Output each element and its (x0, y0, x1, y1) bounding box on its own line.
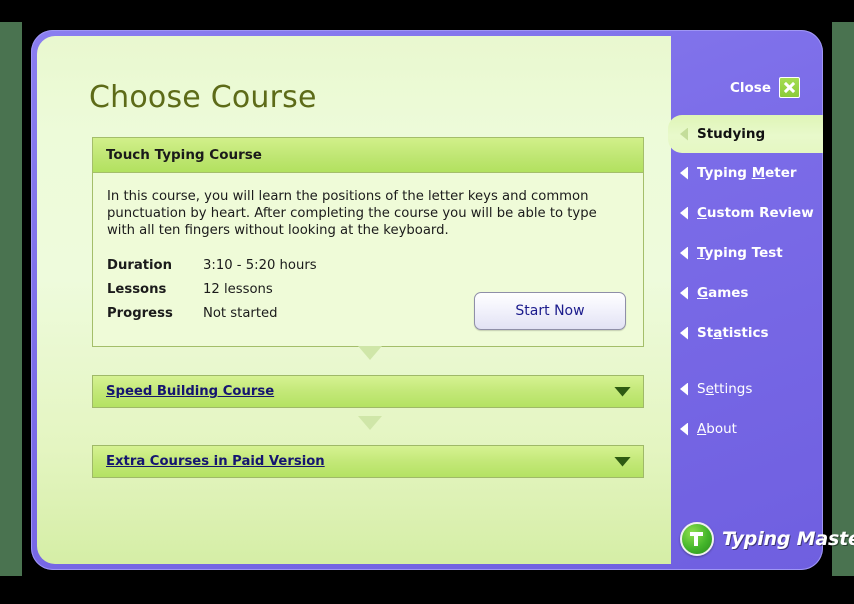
application-window: Choose Course Touch Typing Course In thi… (31, 30, 854, 570)
brand-name: Typing Master (722, 528, 854, 550)
course-meta-table: Duration 3:10 - 5:20 hours Lessons 12 le… (107, 258, 317, 330)
typing-master-logo-icon (680, 522, 714, 556)
arrow-left-icon (680, 127, 688, 141)
sidebar-item-label: Studying (697, 126, 766, 142)
sidebar-item-about[interactable]: About (668, 409, 823, 449)
sidebar-item-label: Typing Meter (697, 165, 797, 181)
sidebar-nav: Studying Typing Meter Custom Review Typi… (668, 115, 823, 449)
course-card-touch-typing: Touch Typing Course In this course, you … (92, 137, 644, 348)
sidebar-item-label: Custom Review (697, 205, 814, 221)
course-card-header: Touch Typing Course (93, 138, 643, 173)
sidebar-item-custom-review[interactable]: Custom Review (668, 193, 823, 233)
sidebar-item-statistics[interactable]: Statistics (668, 313, 823, 353)
meta-label-progress: Progress (107, 306, 173, 322)
sidebar-item-label: Typing Test (697, 245, 783, 261)
arrow-left-icon (680, 382, 688, 396)
close-label: Close (729, 79, 771, 96)
sidebar-group-divider (668, 353, 823, 369)
close-x-icon[interactable] (779, 77, 800, 98)
frame-black-top (0, 0, 854, 22)
brand-logo: Typing Master (680, 522, 854, 556)
meta-value-lessons: 12 lessons (203, 282, 273, 298)
sidebar-item-studying[interactable]: Studying (668, 115, 823, 153)
course-description: In this course, you will learn the posit… (107, 189, 597, 238)
arrow-left-icon (680, 206, 688, 220)
separator-down-arrow-icon (358, 346, 382, 360)
sidebar-item-label: Games (697, 285, 749, 301)
sidebar-item-label: About (697, 421, 737, 437)
collapsed-course-extra-paid[interactable]: Extra Courses in Paid Version (92, 445, 644, 478)
separator-down-arrow-icon (358, 416, 382, 430)
sidebar-item-label: Settings (697, 381, 753, 397)
content-panel: Choose Course Touch Typing Course In thi… (37, 36, 671, 564)
sidebar-item-typing-test[interactable]: Typing Test (668, 233, 823, 273)
arrow-left-icon (680, 326, 688, 340)
course-card-body: In this course, you will learn the posit… (93, 173, 643, 346)
arrow-left-icon (680, 166, 688, 180)
page-title: Choose Course (89, 80, 317, 115)
meta-value-progress: Not started (203, 306, 278, 322)
start-now-button[interactable]: Start Now (474, 292, 626, 331)
sidebar-item-games[interactable]: Games (668, 273, 823, 313)
collapsed-course-title: Speed Building Course (106, 384, 275, 399)
sidebar: Close Studying Typing Meter Custom Revie… (668, 30, 854, 570)
arrow-left-icon (680, 286, 688, 300)
chevron-down-icon[interactable] (614, 456, 631, 467)
chevron-down-icon[interactable] (614, 386, 631, 397)
meta-label-duration: Duration (107, 258, 173, 274)
arrow-left-icon (680, 422, 688, 436)
collapsed-course-speed-building[interactable]: Speed Building Course (92, 375, 644, 408)
sidebar-item-typing-meter[interactable]: Typing Meter (668, 153, 823, 193)
frame-black-bottom (0, 576, 854, 604)
table-row: Duration 3:10 - 5:20 hours (107, 258, 317, 282)
screen: Choose Course Touch Typing Course In thi… (0, 0, 854, 604)
meta-label-lessons: Lessons (107, 282, 167, 298)
table-row: Progress Not started (107, 306, 317, 330)
arrow-left-icon (680, 246, 688, 260)
course-card-title: Touch Typing Course (106, 147, 262, 163)
table-row: Lessons 12 lessons (107, 282, 317, 306)
collapsed-course-title: Extra Courses in Paid Version (106, 454, 325, 469)
sidebar-item-settings[interactable]: Settings (668, 369, 823, 409)
meta-value-duration: 3:10 - 5:20 hours (203, 258, 317, 274)
sidebar-item-label: Statistics (697, 325, 769, 341)
close-button[interactable]: Close (730, 77, 800, 98)
